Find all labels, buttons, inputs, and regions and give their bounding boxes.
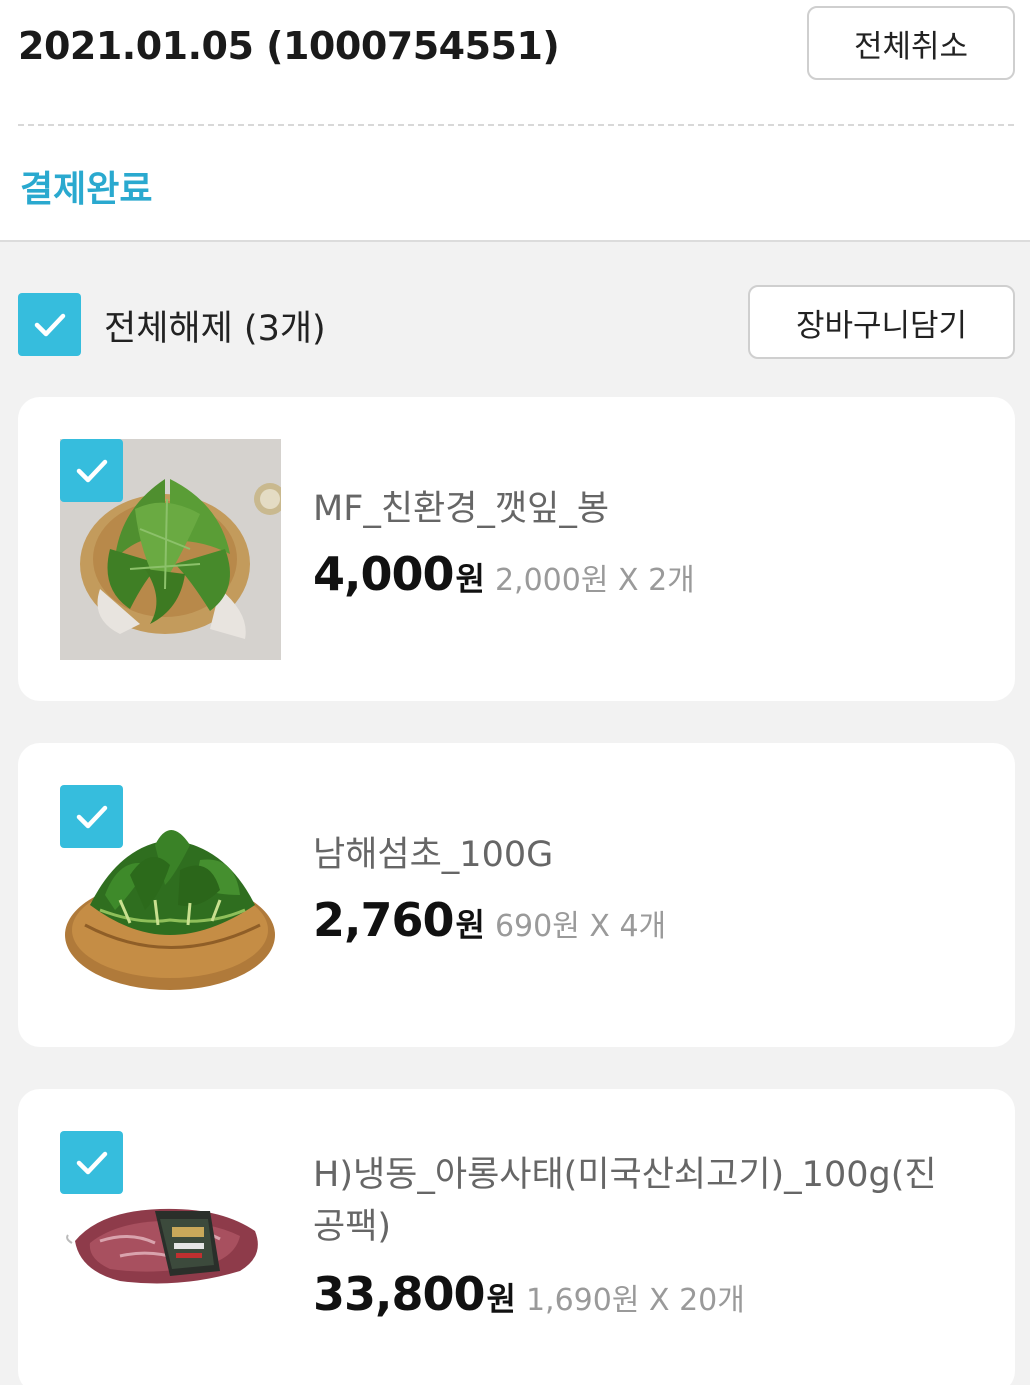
select-all-checkbox[interactable] <box>18 293 81 356</box>
divider <box>18 124 1014 126</box>
item-name[interactable]: H)냉동_아롱사태(미국산쇠고기)_100g(진공팩) <box>313 1149 953 1253</box>
item-checkbox[interactable] <box>60 439 123 502</box>
item-checkbox[interactable] <box>60 785 123 848</box>
item-unit-detail: 690원 X 4개 <box>494 909 667 944</box>
item-name[interactable]: MF_친환경_깻잎_봉 <box>313 483 953 535</box>
item-total: 2,760 <box>313 893 455 947</box>
deselect-all-label[interactable]: 전체해제 (3개) <box>104 300 326 351</box>
item-price: 2,760원 690원 X 4개 <box>313 893 666 947</box>
order-header: 2021.01.05 (1000754551) 전체취소 결제완료 <box>0 0 1030 240</box>
order-item-card: 남해섬초_100G 2,760원 690원 X 4개 <box>18 743 1015 1047</box>
cancel-all-button[interactable]: 전체취소 <box>807 6 1015 80</box>
order-item-card: MF_친환경_깻잎_봉 4,000원 2,000원 X 2개 <box>18 397 1015 701</box>
item-total: 33,800 <box>313 1267 486 1321</box>
item-name[interactable]: 남해섬초_100G <box>313 829 953 881</box>
order-item-card: H)냉동_아롱사태(미국산쇠고기)_100g(진공팩) 33,800원 1,690… <box>18 1089 1015 1393</box>
currency: 원 <box>486 1280 516 1318</box>
item-checkbox[interactable] <box>60 1131 123 1194</box>
add-to-cart-button[interactable]: 장바구니담기 <box>748 285 1015 359</box>
check-icon <box>76 1151 107 1174</box>
item-unit-detail: 2,000원 X 2개 <box>494 563 695 598</box>
check-icon <box>76 805 107 828</box>
check-icon <box>34 313 65 336</box>
order-date: 2021.01.05 (1000754551) <box>18 24 560 68</box>
currency: 원 <box>455 560 485 598</box>
payment-status: 결제완료 <box>20 169 153 210</box>
currency: 원 <box>455 906 485 944</box>
order-items-section: 전체해제 (3개) 장바구니담기 MF_친환경_깻잎_봉 4,000원 2,00… <box>0 242 1030 1393</box>
item-unit-detail: 1,690원 X 20개 <box>525 1283 745 1318</box>
item-total: 4,000 <box>313 547 455 601</box>
item-price: 4,000원 2,000원 X 2개 <box>313 547 695 601</box>
check-icon <box>76 459 107 482</box>
item-price: 33,800원 1,690원 X 20개 <box>313 1267 745 1321</box>
